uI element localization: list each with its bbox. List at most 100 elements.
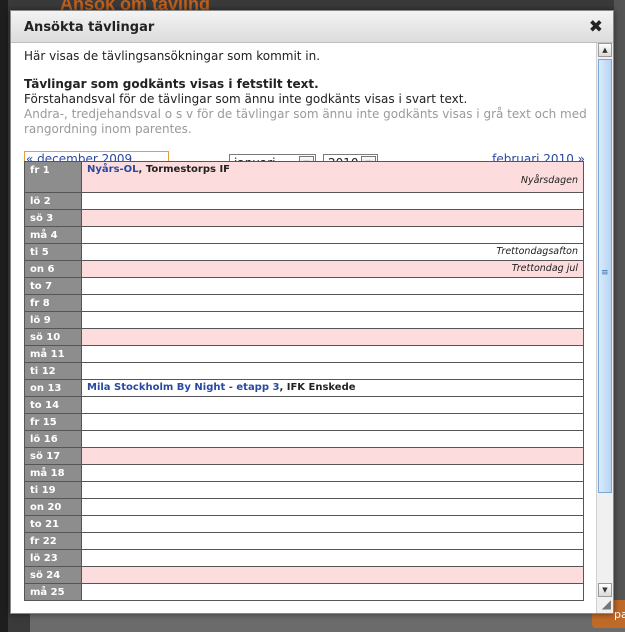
calendar-day-label: må 11: [24, 345, 82, 363]
calendar-day-cell[interactable]: [81, 549, 584, 567]
calendar-row: on 13 Mila Stockholm By Night - etapp 3, …: [24, 379, 584, 397]
legend: Tävlingar som godkänts visas i fetstilt …: [24, 77, 596, 137]
intro-text: Här visas de tävlingsansökningar som kom…: [24, 49, 321, 63]
dialog-titlebar[interactable]: Ansökta tävlingar ✖: [11, 11, 613, 43]
background-bottom-bar: [30, 614, 625, 632]
calendar-day-label: on 6: [24, 260, 82, 278]
calendar-row: to 7: [24, 277, 584, 295]
calendar-day-cell[interactable]: [81, 328, 584, 346]
holiday-note: Trettondagsafton: [496, 246, 578, 257]
calendar-day-label: to 7: [24, 277, 82, 295]
calendar-day-cell[interactable]: [81, 294, 584, 312]
calendar-day-cell[interactable]: [81, 345, 584, 363]
calendar-row: sö 3: [24, 209, 584, 227]
calendar-day-label: fr 1: [24, 161, 82, 193]
calendar-row: to 14: [24, 396, 584, 414]
holiday-note: Trettondag jul: [511, 263, 578, 274]
calendar-day-label: sö 10: [24, 328, 82, 346]
vertical-scrollbar[interactable]: ▲ ≡ ▼: [596, 43, 613, 613]
resize-handle-icon[interactable]: ◢: [602, 597, 611, 611]
calendar-day-label: lö 2: [24, 192, 82, 210]
calendar-row: fr 1 Nyårs-OL, Tormestorps IF Nyårsdagen: [24, 161, 584, 193]
calendar-day-label: fr 22: [24, 532, 82, 550]
club-name: IFK Enskede: [286, 382, 356, 393]
calendar-day-label: lö 9: [24, 311, 82, 329]
calendar-row: lö 9: [24, 311, 584, 329]
calendar-day-label: sö 3: [24, 209, 82, 227]
calendar-day-cell[interactable]: [81, 192, 584, 210]
calendar-day-cell[interactable]: [81, 515, 584, 533]
calendar-day-cell[interactable]: Trettondagsafton: [81, 243, 584, 261]
calendar-row: on 20: [24, 498, 584, 516]
calendar-day-cell[interactable]: [81, 311, 584, 329]
close-icon[interactable]: ✖: [589, 17, 603, 37]
calendar-day-cell[interactable]: [81, 464, 584, 482]
dialog-title: Ansökta tävlingar: [24, 20, 155, 35]
calendar-day-label: må 4: [24, 226, 82, 244]
calendar-row: sö 17: [24, 447, 584, 465]
calendar-day-cell[interactable]: [81, 481, 584, 499]
calendar-day-cell[interactable]: [81, 532, 584, 550]
calendar-day-cell[interactable]: [81, 396, 584, 414]
calendar-row: fr 15: [24, 413, 584, 431]
calendar-row: sö 24: [24, 566, 584, 584]
calendar-row: to 21: [24, 515, 584, 533]
calendar-day-label: to 14: [24, 396, 82, 414]
calendar-table: fr 1 Nyårs-OL, Tormestorps IF Nyårsdagen lö…: [24, 161, 584, 601]
calendar-row: lö 23: [24, 549, 584, 567]
calendar-day-cell[interactable]: Trettondag jul: [81, 260, 584, 278]
legend-other-choices: Andra-, tredjehandsval o s v för de tävl…: [24, 107, 587, 136]
separator: ,: [279, 382, 287, 393]
calendar-day-label: lö 23: [24, 549, 82, 567]
calendar-row: må 18: [24, 464, 584, 482]
calendar-day-label: ti 5: [24, 243, 82, 261]
calendar-day-label: fr 15: [24, 413, 82, 431]
calendar-day-cell[interactable]: [81, 277, 584, 295]
calendar-day-cell[interactable]: [81, 498, 584, 516]
calendar-day-label: lö 16: [24, 430, 82, 448]
competition-name-link[interactable]: Mila Stockholm By Night - etapp 3: [87, 382, 279, 393]
scroll-down-icon[interactable]: ▼: [598, 583, 612, 597]
calendar-row: må 25: [24, 583, 584, 601]
calendar-row: fr 22: [24, 532, 584, 550]
calendar-day-label: sö 17: [24, 447, 82, 465]
calendar-day-cell[interactable]: [81, 362, 584, 380]
calendar-day-label: ti 12: [24, 362, 82, 380]
calendar-day-cell[interactable]: [81, 413, 584, 431]
calendar-day-cell[interactable]: [81, 226, 584, 244]
calendar-day-cell[interactable]: [81, 209, 584, 227]
calendar-row: ti 12: [24, 362, 584, 380]
calendar-row: må 11: [24, 345, 584, 363]
calendar-day-cell[interactable]: Nyårs-OL, Tormestorps IF Nyårsdagen: [81, 161, 584, 193]
calendar-day-label: sö 24: [24, 566, 82, 584]
calendar-day-cell[interactable]: Mila Stockholm By Night - etapp 3, IFK E…: [81, 379, 584, 397]
calendar-day-label: må 25: [24, 583, 82, 601]
calendar-row: ti 5 Trettondagsafton: [24, 243, 584, 261]
calendar-day-cell[interactable]: [81, 430, 584, 448]
background-left-edge: [0, 0, 8, 632]
competitions-dialog: Ansökta tävlingar ✖ Här visas de tävling…: [10, 10, 614, 614]
separator: ,: [138, 164, 146, 175]
grip-icon: ≡: [601, 268, 609, 278]
calendar-day-label: on 13: [24, 379, 82, 397]
calendar-day-cell[interactable]: [81, 566, 584, 584]
competition-entry: Mila Stockholm By Night - etapp 3, IFK E…: [87, 382, 578, 393]
calendar-day-label: ti 19: [24, 481, 82, 499]
calendar-day-label: fr 8: [24, 294, 82, 312]
competition-name-link[interactable]: Nyårs-OL: [87, 164, 139, 175]
calendar-row: fr 8: [24, 294, 584, 312]
calendar-row: sö 10: [24, 328, 584, 346]
legend-approved: Tävlingar som godkänts visas i fetstilt …: [24, 77, 319, 91]
calendar-row: lö 2: [24, 192, 584, 210]
club-name: Tormestorps IF: [145, 164, 231, 175]
scroll-thumb[interactable]: ≡: [598, 59, 612, 493]
competition-entry: Nyårs-OL, Tormestorps IF: [87, 164, 578, 175]
calendar-day-cell[interactable]: [81, 447, 584, 465]
legend-first-choice: Förstahandsval för de tävlingar som ännu…: [24, 92, 468, 106]
calendar-row: ti 19: [24, 481, 584, 499]
calendar-day-cell[interactable]: [81, 583, 584, 601]
scroll-up-icon[interactable]: ▲: [598, 43, 612, 57]
calendar-day-label: to 21: [24, 515, 82, 533]
calendar-day-label: on 20: [24, 498, 82, 516]
calendar-day-label: må 18: [24, 464, 82, 482]
